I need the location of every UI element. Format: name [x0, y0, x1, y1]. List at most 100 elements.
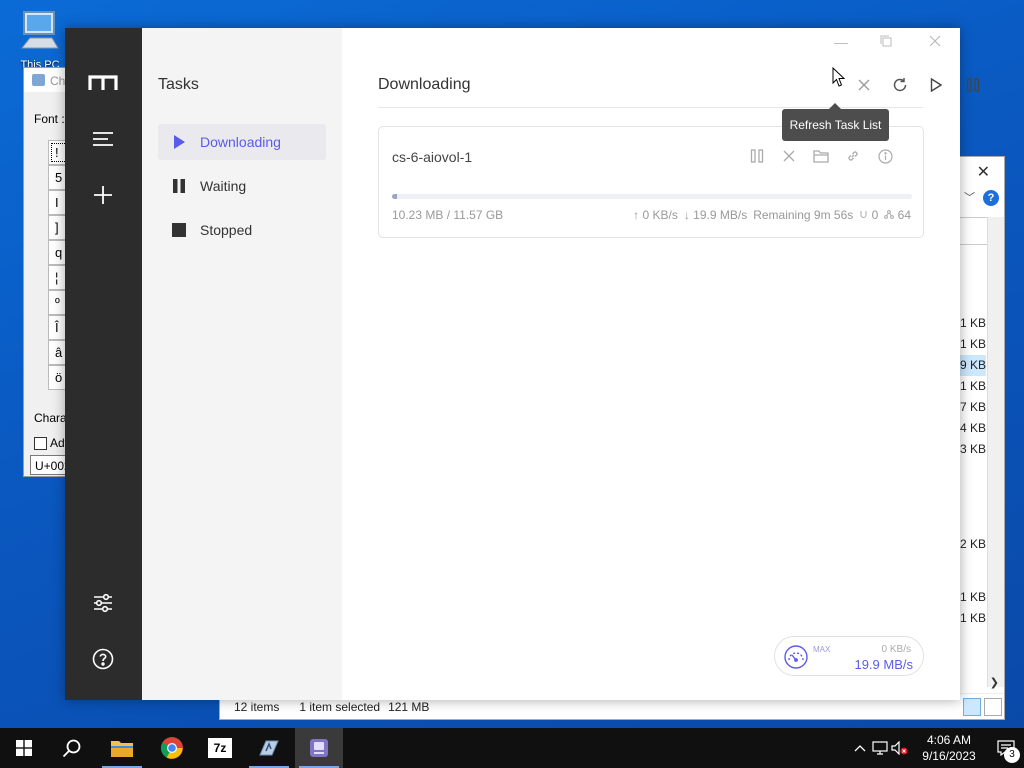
nav-item-waiting[interactable]: Waiting	[158, 168, 326, 204]
taskbar-motrix[interactable]	[295, 728, 343, 768]
notification-count-badge: 3	[1004, 747, 1020, 763]
global-upload-speed: 0 KB/s	[881, 644, 911, 655]
subnav-title: Tasks	[158, 76, 199, 93]
taskbar-clock[interactable]: 4:06 AM 9/16/2023	[910, 732, 988, 764]
speed-meter[interactable]: MAX 0 KB/s 19.9 MB/s	[774, 636, 924, 676]
motrix-icon	[310, 739, 328, 757]
show-hidden-icons-button[interactable]	[850, 728, 870, 768]
search-icon	[62, 739, 81, 758]
app-sidebar-rail	[65, 28, 142, 700]
speedometer-icon	[784, 645, 808, 669]
character-map-icon	[259, 740, 279, 756]
desktop-icon-this-pc[interactable]: This PC	[14, 8, 66, 71]
magnet-icon	[860, 211, 867, 218]
page-title: Downloading	[378, 76, 471, 93]
system-tray: 4:06 AM 9/16/2023 3	[850, 728, 1024, 768]
seeders-value: 0	[871, 208, 879, 222]
refresh-icon	[893, 78, 907, 92]
pause-icon	[966, 78, 980, 92]
nav-item-stopped[interactable]: Stopped	[158, 212, 326, 248]
chevron-down-icon[interactable]: ﹀	[964, 189, 975, 205]
view-toggle	[963, 698, 1002, 716]
large-icons-view-button[interactable]	[984, 698, 1002, 716]
close-button[interactable]	[929, 34, 941, 50]
font-label: Font :	[34, 112, 65, 126]
menu-icon[interactable]	[85, 121, 121, 157]
minimize-button[interactable]: —	[834, 34, 848, 50]
pause-task-button[interactable]	[746, 145, 768, 167]
preferences-icon[interactable]	[85, 585, 121, 621]
explorer-scrollbar[interactable]	[987, 217, 1004, 687]
chevron-up-icon	[854, 745, 866, 752]
folder-icon	[813, 150, 829, 163]
pause-icon	[750, 149, 764, 163]
delete-tasks-button[interactable]	[852, 73, 876, 97]
connections-icon	[884, 210, 895, 219]
download-speed: ↓ 19.9 MB/s	[683, 208, 748, 222]
connections-count: 64	[884, 208, 911, 222]
task-info-button[interactable]	[874, 145, 896, 167]
nav-item-label: Downloading	[200, 134, 281, 150]
character-map-icon	[32, 74, 45, 86]
windows-logo-icon	[16, 740, 32, 756]
volume-muted-icon[interactable]	[890, 728, 910, 768]
close-icon	[858, 79, 870, 91]
taskbar-chrome[interactable]	[148, 728, 196, 768]
search-button[interactable]	[48, 728, 96, 768]
play-icon	[930, 78, 942, 92]
link-icon	[848, 151, 858, 161]
pause-all-button[interactable]	[961, 73, 985, 97]
mouse-cursor-icon	[832, 67, 845, 87]
header-divider	[378, 107, 923, 108]
clock-time: 4:06 AM	[926, 733, 972, 747]
motrix-window[interactable]: Tasks Downloading Waiting Stopped — Down…	[65, 28, 980, 700]
chevron-right-icon[interactable]: ❯	[990, 676, 999, 689]
add-task-icon[interactable]	[85, 177, 121, 213]
start-button[interactable]	[0, 728, 48, 768]
upload-speed: ↑ 0 KB/s	[633, 208, 678, 222]
computer-icon	[20, 11, 59, 49]
checkbox-box[interactable]	[34, 436, 47, 450]
close-icon	[783, 150, 795, 162]
status-item-count: 12 items	[234, 700, 280, 714]
max-speed-label: MAX	[813, 645, 831, 654]
folder-icon	[111, 741, 133, 757]
refresh-task-list-button[interactable]	[888, 73, 912, 97]
task-stats: ↑ 0 KB/s ↓ 19.9 MB/s Remaining 9m 56s 0 …	[633, 208, 911, 222]
network-icon[interactable]	[870, 728, 890, 768]
details-view-button[interactable]	[963, 698, 981, 716]
characters-label: Chara	[34, 411, 67, 425]
taskbar-7zip[interactable]: 7z	[196, 728, 244, 768]
explorer-close-button[interactable]: ✕	[977, 162, 990, 182]
refresh-tooltip: Refresh Task List	[782, 103, 889, 141]
chrome-icon	[160, 737, 183, 759]
stop-icon	[158, 223, 200, 237]
info-icon	[877, 148, 893, 164]
task-name: cs-6-aiovol-1	[392, 149, 473, 165]
task-progress-fill	[392, 194, 397, 199]
nav-item-downloading[interactable]: Downloading	[158, 124, 326, 160]
copy-link-button[interactable]	[842, 145, 864, 167]
task-size: 10.23 MB / 11.57 GB	[392, 208, 504, 222]
clock-date: 9/16/2023	[922, 749, 976, 763]
task-item[interactable]: cs-6-aiovol-1 10.23 MB / 11.57 GB ↑ 0 KB…	[378, 126, 924, 238]
taskbar-file-explorer[interactable]	[98, 728, 146, 768]
open-folder-button[interactable]	[810, 145, 832, 167]
motrix-logo-icon[interactable]	[85, 65, 121, 101]
taskbar-character-map[interactable]	[245, 728, 293, 768]
taskbar: 7z 4:06 AM 9/16/2023 3	[0, 728, 1024, 768]
maximize-button[interactable]	[880, 34, 892, 50]
remove-task-button[interactable]	[778, 145, 800, 167]
resume-all-button[interactable]	[924, 73, 948, 97]
action-center-button[interactable]: 3	[988, 728, 1024, 768]
task-list-panel: — Downloading cs-6-aiovol-1 10.23 MB / 1…	[342, 28, 980, 700]
status-size: 121 MB	[388, 700, 430, 714]
character-map-title: Ch	[50, 74, 66, 88]
global-download-speed: 19.9 MB/s	[854, 657, 913, 672]
nav-item-label: Waiting	[200, 178, 247, 194]
help-icon[interactable]	[85, 641, 121, 677]
task-progress-bar	[392, 194, 912, 199]
pause-icon	[158, 179, 200, 193]
play-icon	[158, 135, 200, 149]
help-icon[interactable]: ?	[983, 190, 999, 206]
